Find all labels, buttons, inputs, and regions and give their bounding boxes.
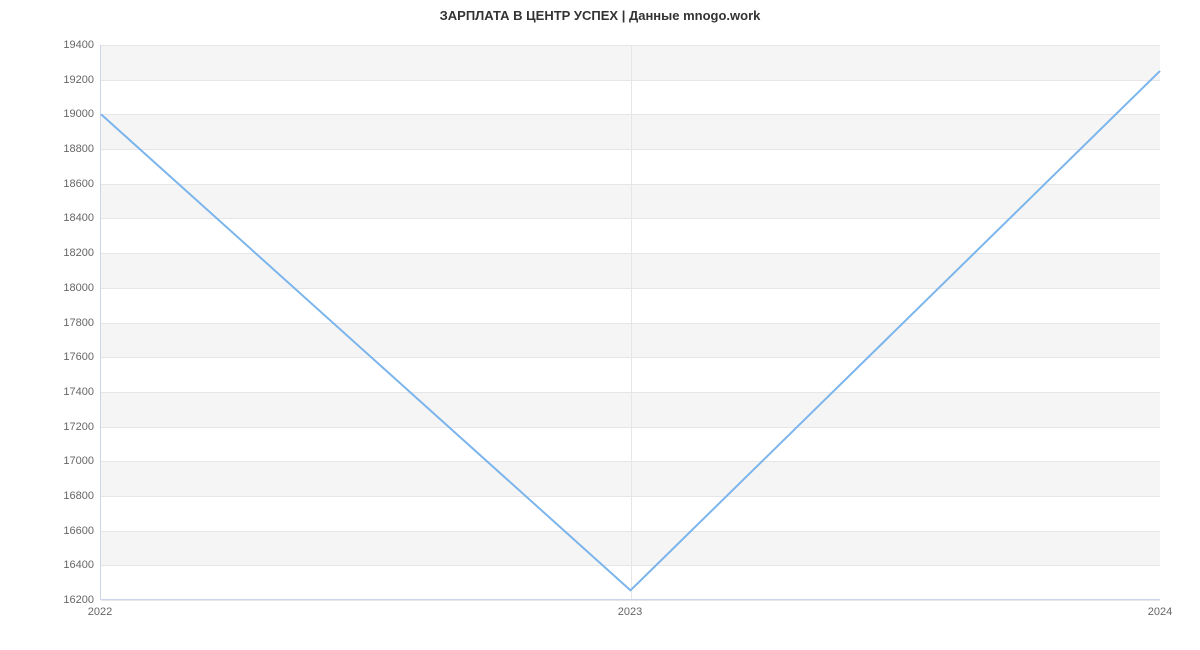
- y-tick-label: 17400: [34, 386, 94, 398]
- y-tick-label: 17600: [34, 351, 94, 363]
- y-tick-label: 16200: [34, 594, 94, 606]
- y-tick-label: 18400: [34, 212, 94, 224]
- y-tick-label: 19400: [34, 39, 94, 51]
- y-tick-label: 16400: [34, 559, 94, 571]
- line-series: [101, 45, 1160, 599]
- y-gridline: [101, 600, 1160, 601]
- y-tick-label: 16800: [34, 490, 94, 502]
- y-tick-label: 19200: [34, 74, 94, 86]
- y-tick-label: 18800: [34, 143, 94, 155]
- y-tick-label: 18200: [34, 247, 94, 259]
- x-tick-label: 2024: [1148, 606, 1172, 618]
- y-tick-label: 18000: [34, 282, 94, 294]
- y-tick-label: 17200: [34, 421, 94, 433]
- x-tick-label: 2023: [618, 606, 642, 618]
- y-tick-label: 18600: [34, 178, 94, 190]
- plot-area: [100, 45, 1160, 600]
- x-tick-label: 2022: [88, 606, 112, 618]
- y-tick-label: 17000: [34, 455, 94, 467]
- y-tick-label: 16600: [34, 525, 94, 537]
- chart-title: ЗАРПЛАТА В ЦЕНТР УСПЕХ | Данные mnogo.wo…: [0, 8, 1200, 23]
- y-tick-label: 17800: [34, 317, 94, 329]
- y-tick-label: 19000: [34, 108, 94, 120]
